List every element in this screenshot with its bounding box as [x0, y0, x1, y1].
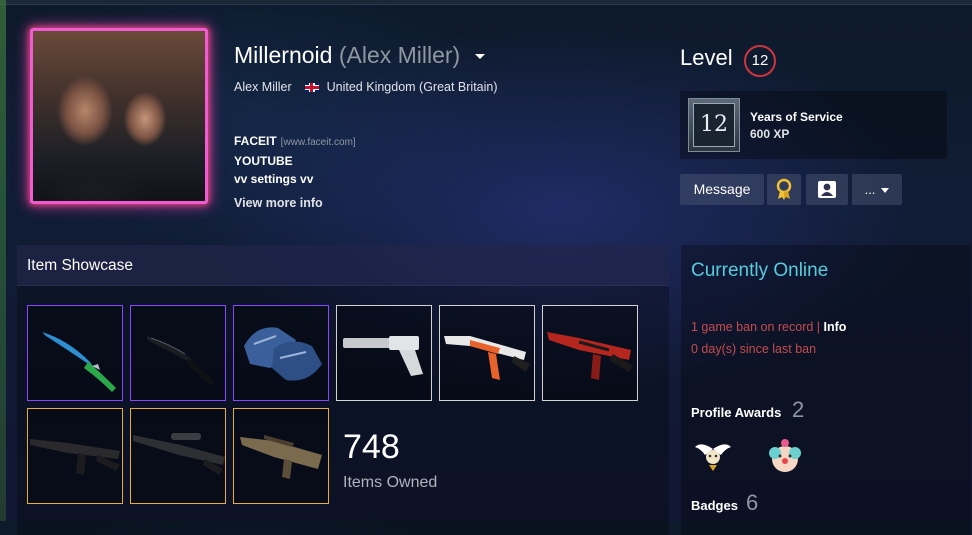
ban-info-link[interactable]: Info	[824, 320, 847, 334]
online-status: Currently Online	[691, 260, 829, 281]
items-owned-label: Items Owned	[343, 474, 438, 491]
award-ribbon-icon	[776, 178, 792, 200]
add-friend-button[interactable]	[806, 174, 848, 205]
profile-summary: FACEIT [www.faceit.com] YOUTUBE vv settin…	[234, 132, 356, 188]
chevron-down-icon[interactable]	[474, 54, 485, 60]
sniper-icon	[133, 433, 225, 475]
rifle-icon	[30, 439, 120, 475]
badge-xp: 600 XP	[750, 127, 790, 141]
showcase-item-m4a1-s[interactable]	[27, 408, 123, 504]
knife-icon	[147, 336, 215, 386]
showcase-item-shadow-daggers[interactable]	[130, 305, 226, 401]
rifle-icon	[444, 336, 530, 380]
rifle-icon	[240, 435, 322, 479]
uk-flag-icon	[305, 83, 320, 93]
profile-awards-label[interactable]: Profile Awards	[691, 405, 781, 420]
ban-status: 1 game ban on record | Info	[691, 320, 847, 334]
chevron-down-icon	[881, 188, 890, 194]
showcase-item-famas[interactable]	[233, 408, 329, 504]
badges-label[interactable]: Badges	[691, 498, 738, 513]
winged-award-icon[interactable]	[693, 435, 733, 475]
showcase-item-m4a4[interactable]	[542, 305, 638, 401]
country: United Kingdom (Great Britain)	[326, 80, 498, 94]
gloves-icon	[244, 327, 322, 381]
status-panel: Currently Online 1 game ban on record | …	[681, 245, 971, 535]
persona-name: Millernoid	[234, 42, 333, 68]
item-showcase: Item Showcase 748 Items Owned	[17, 245, 669, 535]
favorite-badge[interactable]: 12 Years of Service 600 XP	[680, 91, 947, 159]
user-icon	[818, 181, 836, 198]
level-label: Level	[680, 45, 733, 70]
message-button[interactable]: Message	[680, 174, 764, 205]
showcase-item-awp[interactable]	[130, 408, 226, 504]
real-name-plain: Alex Miller	[234, 80, 292, 94]
top-bar	[0, 0, 972, 5]
more-actions-button[interactable]: ...	[852, 174, 902, 205]
badge-title: Years of Service	[750, 110, 843, 124]
summary-line-2: YOUTUBE	[234, 154, 293, 168]
showcase-item-butterfly-knife[interactable]	[27, 305, 123, 401]
real-name: (Alex Miller)	[338, 42, 461, 68]
badges-count: 6	[746, 490, 759, 515]
knife-icon	[42, 332, 116, 392]
persona-name-dropdown[interactable]: Millernoid (Alex Miller)	[234, 42, 485, 69]
years-of-service-icon: 12	[688, 98, 740, 152]
summary-line-1: FACEIT [www.faceit.com]	[234, 134, 356, 148]
level-badge: 12	[744, 45, 776, 77]
profile-awards-count: 2	[792, 397, 805, 422]
rifle-icon	[547, 332, 633, 380]
showcase-item-usp-s[interactable]	[336, 305, 432, 401]
profile-avatar[interactable]	[30, 28, 208, 204]
award-button[interactable]	[767, 174, 801, 205]
showcase-item-ak-47[interactable]	[439, 305, 535, 401]
summary-line-3: vv settings vv	[234, 172, 314, 186]
showcase-title: Item Showcase	[27, 257, 133, 274]
pistol-icon	[343, 336, 423, 376]
avatar-photo	[33, 31, 205, 201]
ban-days: 0 day(s) since last ban	[691, 342, 817, 356]
page-edge-accent	[0, 0, 6, 521]
view-more-info-link[interactable]: View more info	[234, 196, 323, 210]
showcase-header: Item Showcase	[17, 245, 669, 286]
summary-link[interactable]: [www.faceit.com]	[281, 137, 356, 148]
showcase-item-gloves[interactable]	[233, 305, 329, 401]
clown-award-icon[interactable]	[765, 435, 805, 475]
real-name-location: Alex Miller United Kingdom (Great Britai…	[234, 80, 498, 94]
items-owned-count: 748	[343, 428, 400, 466]
